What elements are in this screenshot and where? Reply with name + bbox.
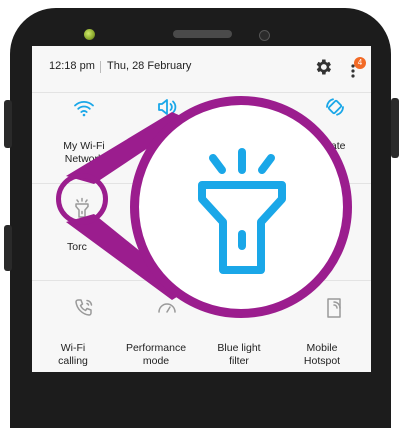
wifi-icon[interactable] (72, 96, 96, 120)
status-bar: 12:18 pm Thu, 28 February 4 (32, 46, 371, 92)
mobile-hotspot-icon[interactable] (322, 296, 346, 320)
phone-bixby-button (4, 225, 12, 271)
proximity-sensor (259, 30, 270, 41)
front-camera (84, 29, 95, 40)
tile-label-wifi-calling: Wi-Fi calling (58, 342, 88, 367)
magnifier-focus-ring (56, 173, 108, 225)
status-divider (100, 61, 101, 73)
torch-icon-magnified (198, 148, 286, 274)
gear-icon[interactable] (313, 57, 333, 77)
sound-icon[interactable] (155, 95, 179, 119)
clock: 12:18 pm (49, 60, 95, 72)
auto-rotate-icon[interactable] (323, 95, 347, 119)
wifi-calling-icon[interactable] (72, 296, 96, 320)
tile-label-performance-mode: Performance mode (125, 342, 187, 367)
more-options-button[interactable]: 4 (345, 57, 366, 79)
earpiece-speaker (173, 30, 232, 38)
performance-mode-icon[interactable] (155, 296, 179, 320)
status-divider-line (32, 92, 371, 93)
notification-badge: 4 (354, 57, 366, 69)
date: Thu, 28 February (107, 60, 192, 72)
tile-label-blue-light-filter: Blue light filter (217, 342, 261, 367)
phone-power-button (391, 98, 399, 158)
tile-label-mobile-hotspot: Mobile Hotspot (303, 342, 341, 367)
tile-label-wifi: My Wi-Fi Network (63, 140, 105, 165)
tile-label-torch: Torc (67, 241, 87, 253)
phone-volume-button (4, 100, 12, 148)
